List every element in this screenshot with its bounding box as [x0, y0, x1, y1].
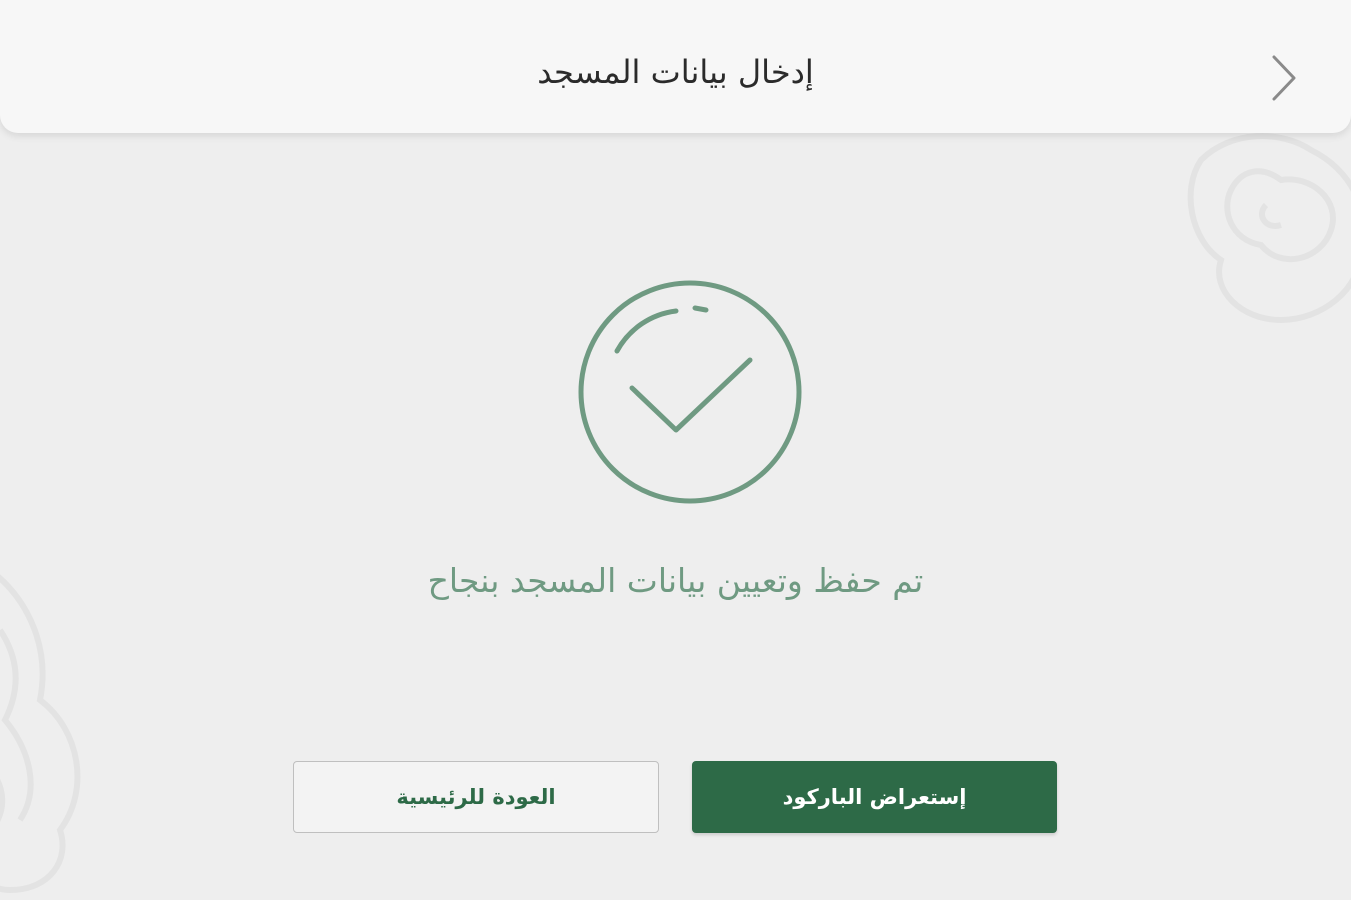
top-bar: إدخال بيانات المسجد — [0, 0, 1351, 133]
view-barcode-button[interactable]: إستعراض الباركود — [692, 761, 1057, 833]
check-circle-icon — [578, 280, 802, 504]
back-to-home-label: العودة للرئيسية — [396, 785, 556, 809]
success-message: تم حفظ وتعيين بيانات المسجد بنجاح — [427, 561, 924, 600]
chevron-right-icon — [1272, 55, 1296, 101]
page-title: إدخال بيانات المسجد — [537, 53, 814, 91]
background-ornament-right — [1187, 133, 1351, 324]
back-button[interactable] — [1263, 50, 1303, 106]
background-ornament-left — [0, 574, 81, 894]
view-barcode-label: إستعراض الباركود — [782, 785, 967, 809]
back-to-home-button[interactable]: العودة للرئيسية — [293, 761, 659, 833]
